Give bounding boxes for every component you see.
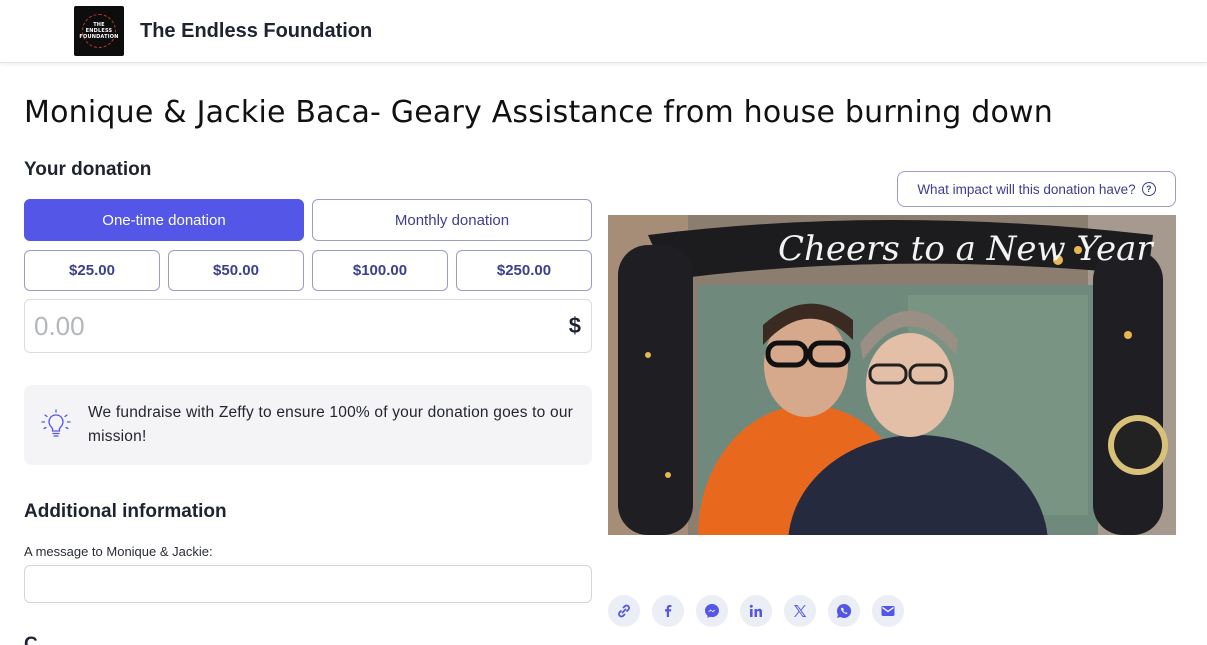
message-field-label: A message to Monique & Jackie:: [24, 544, 213, 559]
custom-amount-field: $: [24, 299, 592, 353]
amount-button-250[interactable]: $250.00: [456, 250, 592, 291]
share-facebook-button[interactable]: [652, 595, 684, 627]
linkedin-icon: [749, 604, 762, 617]
email-icon: [881, 606, 895, 616]
additional-info-section-title: Additional information: [24, 501, 227, 522]
share-whatsapp-button[interactable]: [828, 595, 860, 627]
message-input[interactable]: [24, 565, 592, 603]
share-link-button[interactable]: [608, 595, 640, 627]
currency-symbol: $: [568, 313, 581, 338]
svg-text:Cheers to a New Year: Cheers to a New Year: [778, 229, 1154, 269]
share-linkedin-button[interactable]: [740, 595, 772, 627]
campaign-photo: Cheers to a New Year: [608, 215, 1176, 535]
link-icon: [618, 604, 630, 618]
campaign-photo-illustration: Cheers to a New Year: [608, 215, 1176, 535]
share-buttons: [608, 595, 904, 627]
messenger-icon: [705, 604, 719, 618]
donation-section-title: Your donation: [24, 159, 152, 180]
x-icon: [794, 605, 807, 617]
facebook-icon: [665, 605, 672, 617]
lightbulb-icon: [41, 409, 71, 437]
amount-button-25[interactable]: $25.00: [24, 250, 160, 291]
next-section-title: C: [24, 634, 38, 645]
custom-amount-input[interactable]: [34, 309, 534, 343]
logo-ring: THE ENDLESS FOUNDATION: [79, 14, 119, 48]
monthly-donation-button[interactable]: Monthly donation: [312, 199, 592, 241]
question-icon: ?: [1141, 182, 1156, 196]
share-email-button[interactable]: [872, 595, 904, 627]
zeffy-info-box: We fundraise with Zeffy to ensure 100% o…: [24, 385, 592, 465]
organization-name: The Endless Foundation: [140, 20, 373, 42]
share-x-button[interactable]: [784, 595, 816, 627]
whatsapp-icon: [837, 603, 852, 618]
donation-impact-label: What impact will this donation have?: [917, 181, 1136, 197]
organization-logo[interactable]: THE ENDLESS FOUNDATION: [74, 6, 124, 56]
donation-impact-button[interactable]: What impact will this donation have? ?: [897, 171, 1176, 207]
share-messenger-button[interactable]: [696, 595, 728, 627]
zeffy-info-text: We fundraise with Zeffy to ensure 100% o…: [88, 404, 573, 445]
one-time-donation-button[interactable]: One-time donation: [24, 199, 304, 241]
page-title: Monique & Jackie Baca- Geary Assistance …: [24, 95, 1054, 130]
amount-button-50[interactable]: $50.00: [168, 250, 304, 291]
top-bar: THE ENDLESS FOUNDATION The Endless Found…: [0, 0, 1207, 63]
amount-button-100[interactable]: $100.00: [312, 250, 448, 291]
logo-text-line-3: FOUNDATION: [79, 34, 119, 40]
